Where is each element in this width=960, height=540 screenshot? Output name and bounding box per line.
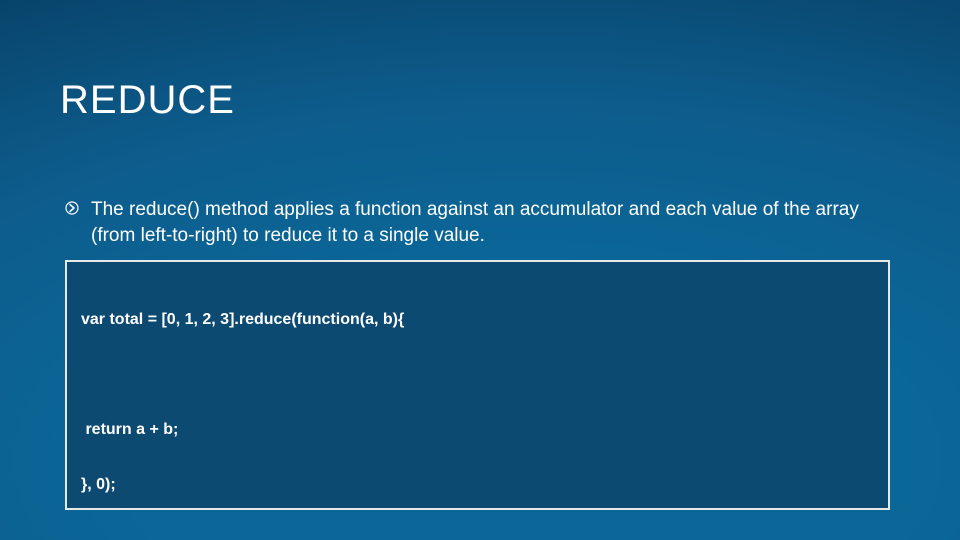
- bullet-arrow-icon: [65, 201, 79, 215]
- slide-title: REDUCE: [60, 78, 235, 123]
- bullet-text: The reduce() method applies a function a…: [91, 197, 880, 248]
- code-line: var total = [0, 1, 2, 3].reduce(function…: [81, 311, 874, 329]
- code-line: }, 0);: [81, 476, 874, 494]
- code-line: [81, 531, 874, 540]
- code-line: return a + b;: [81, 421, 874, 439]
- code-line: [81, 366, 874, 384]
- slide: REDUCE The reduce() method applies a fun…: [0, 0, 960, 540]
- bullet-item: The reduce() method applies a function a…: [65, 197, 880, 248]
- code-block: var total = [0, 1, 2, 3].reduce(function…: [65, 260, 890, 510]
